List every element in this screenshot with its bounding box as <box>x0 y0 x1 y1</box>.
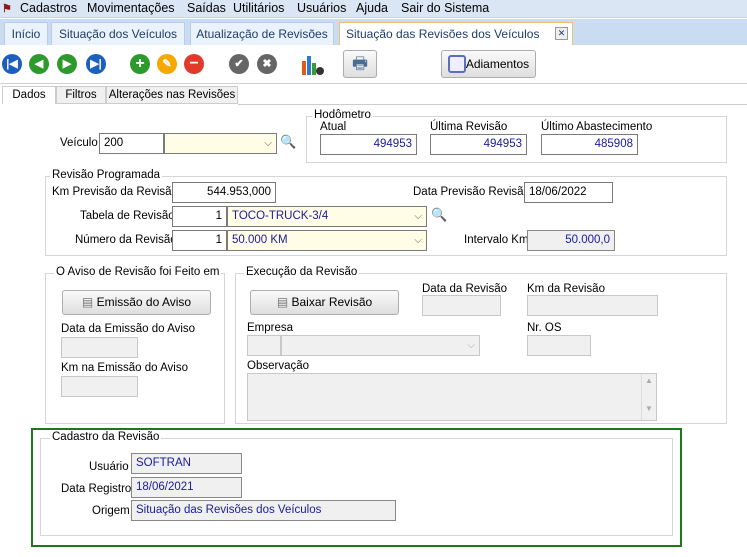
observacao-textarea: ▲ ▼ <box>247 373 657 421</box>
hodometro-title: Hodômetro <box>312 109 373 121</box>
menu-bar: ⚑ Cadastros Movimentações Saídas Utilitá… <box>0 0 747 18</box>
data-emissao-label: Data da Emissão do Aviso <box>61 323 196 335</box>
adiamentos-label: Adiamentos <box>465 57 530 71</box>
previous-record-icon[interactable]: ◀ <box>29 54 49 74</box>
km-revisao-field <box>527 295 658 316</box>
data-previsao-field[interactable]: 18/06/2022 <box>524 182 613 203</box>
tabela-revisao-select[interactable]: TOCO-TRUCK-3/4 ⌵ <box>227 206 427 227</box>
origem-field: Situação das Revisões dos Veículos <box>131 500 396 521</box>
nr-os-label: Nr. OS <box>527 322 562 334</box>
chevron-down-icon: ⌵ <box>467 340 475 351</box>
km-previsao-field[interactable]: 544.953,000 <box>172 182 276 203</box>
intervalo-km-label: Intervalo Km <box>464 234 529 246</box>
empresa-code-field <box>247 335 281 356</box>
intervalo-km-field: 50.000,0 <box>527 230 615 251</box>
first-record-icon[interactable]: |◀ <box>2 54 22 74</box>
adiamentos-button[interactable]: Adiamentos <box>441 50 536 78</box>
menu-sair[interactable]: Sair do Sistema <box>401 1 489 15</box>
emissao-aviso-label: Emissão do Aviso <box>96 295 192 309</box>
tab-situacao-revisoes[interactable]: Situação das Revisões dos Veículos ✕ <box>339 22 573 45</box>
tabela-revisao-label: Tabela de Revisão <box>80 210 175 222</box>
document-icon: ▤ <box>81 295 97 309</box>
km-previsao-label: Km Previsão da Revisão <box>52 186 178 198</box>
next-record-icon[interactable]: ▶ <box>57 54 77 74</box>
execucao-title: Execução da Revisão <box>244 266 360 278</box>
ultimo-abastecimento-label: Último Abastecimento <box>541 121 653 133</box>
chevron-down-icon: ⌵ <box>414 235 422 246</box>
ultima-revisao-label: Última Revisão <box>430 121 508 133</box>
hodometro-abastecimento-field[interactable]: 485908 <box>541 134 638 155</box>
usuario-label: Usuário <box>89 461 129 473</box>
revisao-programada-title: Revisão Programada <box>50 169 163 181</box>
delete-icon[interactable]: − <box>184 54 204 74</box>
menu-cadastros[interactable]: Cadastros <box>20 1 77 15</box>
data-registro-label: Data Registro <box>61 483 132 495</box>
add-icon[interactable]: + <box>130 54 150 74</box>
close-tab-icon[interactable]: ✕ <box>555 27 568 40</box>
tab-label: Situação das Revisões dos Veículos <box>346 27 540 41</box>
subtab-filtros[interactable]: Filtros <box>56 86 106 104</box>
aviso-title: O Aviso de Revisão foi Feito em <box>54 266 222 278</box>
confirm-icon[interactable]: ✔ <box>229 54 249 74</box>
tab-atualizacao-revisoes[interactable]: Atualização de Revisões <box>190 22 334 45</box>
tab-bar: Início Situação dos Veículos Atualização… <box>0 19 747 45</box>
km-revisao-label: Km da Revisão <box>527 283 605 295</box>
data-previsao-label: Data Previsão Revisão <box>413 186 530 198</box>
chevron-down-icon: ⌵ <box>414 211 422 222</box>
cadastro-title: Cadastro da Revisão <box>50 431 162 443</box>
numero-code-field[interactable]: 1 <box>172 230 227 251</box>
data-emissao-field <box>61 337 138 358</box>
data-registro-field: 18/06/2021 18:28:55 <box>131 477 242 512</box>
last-record-icon[interactable]: ▶| <box>86 54 106 74</box>
printer-icon: 🖶 <box>351 54 369 73</box>
chart-settings-icon[interactable] <box>300 53 324 77</box>
menu-usuarios[interactable]: Usuários <box>297 1 346 15</box>
tab-situacao-veiculos[interactable]: Situação dos Veículos <box>51 22 185 45</box>
tab-inicio[interactable]: Início <box>4 22 48 45</box>
emissao-aviso-button[interactable]: ▤ Emissão do Aviso <box>62 290 211 315</box>
menu-movimentacoes[interactable]: Movimentações <box>87 1 175 15</box>
scrollbar[interactable]: ▲ ▼ <box>641 374 656 420</box>
veiculo-code-input[interactable]: 200 <box>99 133 164 154</box>
hodometro-atual-field[interactable]: 494953 <box>320 134 417 155</box>
search-icon[interactable]: 🔍 <box>431 207 447 223</box>
km-emissao-label: Km na Emissão do Aviso <box>61 362 188 374</box>
observacao-label: Observação <box>247 360 310 372</box>
chevron-down-icon: ⌵ <box>264 138 272 149</box>
veiculo-label: Veículo <box>60 137 98 149</box>
nr-os-field <box>527 335 591 356</box>
numero-revisao-label: Número da Revisão <box>75 234 177 246</box>
baixar-revisao-label: Baixar Revisão <box>291 295 373 309</box>
document-icon: ▤ <box>276 295 292 309</box>
cancel-icon[interactable]: ✖ <box>257 54 277 74</box>
veiculo-name-select[interactable]: ⌵ <box>164 133 277 154</box>
search-icon[interactable]: 🔍 <box>280 134 296 150</box>
app-logo-icon: ⚑ <box>2 3 12 15</box>
subtab-alteracoes[interactable]: Alterações nas Revisões <box>106 86 238 104</box>
data-revisao-label: Data da Revisão <box>422 283 508 295</box>
menu-utilitarios[interactable]: Utilitários <box>233 1 284 15</box>
tabela-code-field[interactable]: 1 <box>172 206 227 227</box>
menu-ajuda[interactable]: Ajuda <box>356 1 388 15</box>
edit-icon[interactable]: ✎ <box>157 54 177 74</box>
print-button[interactable]: 🖶 <box>343 50 377 78</box>
origem-label: Origem <box>92 505 130 517</box>
km-emissao-field <box>61 376 138 397</box>
atual-label: Atual <box>320 121 347 133</box>
usuario-field: SOFTRAN <box>131 453 242 474</box>
subtab-dados[interactable]: Dados <box>2 86 56 104</box>
menu-saidas[interactable]: Saídas <box>187 1 226 15</box>
calendar-clock-icon <box>448 55 466 73</box>
data-revisao-field <box>422 295 501 316</box>
numero-revisao-select[interactable]: 50.000 KM ⌵ <box>227 230 427 251</box>
empresa-label: Empresa <box>247 322 294 334</box>
empresa-select: ⌵ <box>281 335 480 356</box>
baixar-revisao-button[interactable]: ▤ Baixar Revisão <box>250 290 399 315</box>
hodometro-ultima-field[interactable]: 494953 <box>430 134 527 155</box>
